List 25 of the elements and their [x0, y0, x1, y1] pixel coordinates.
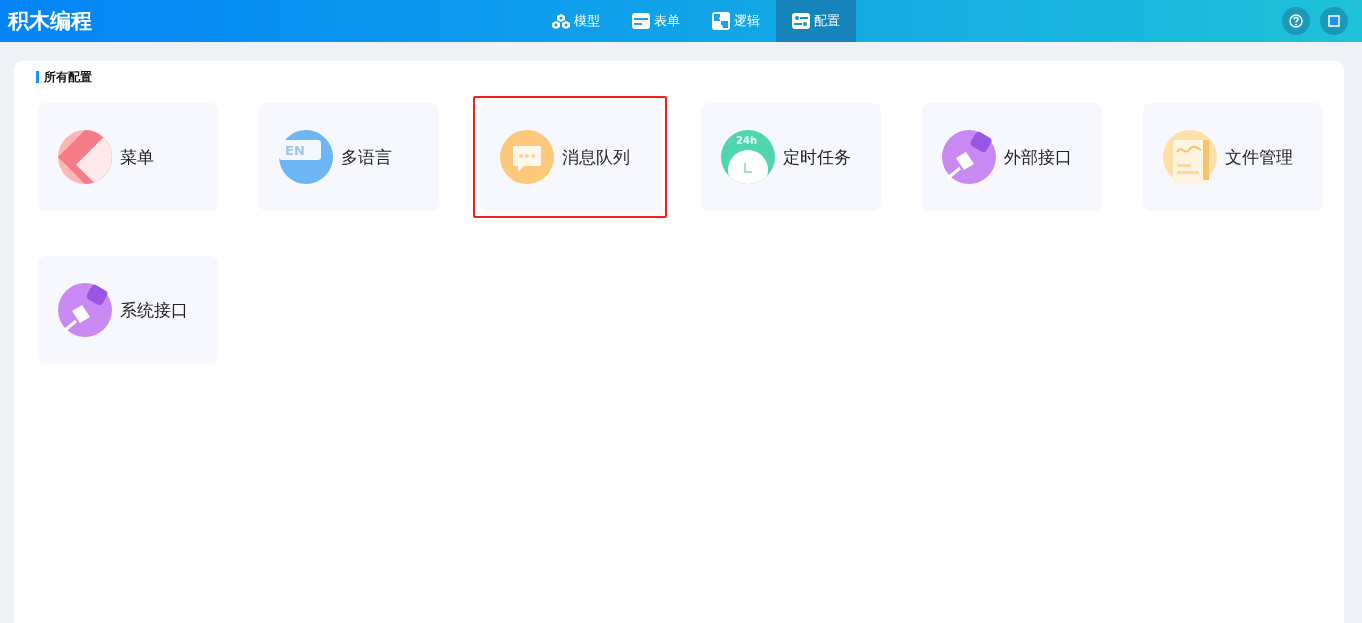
window-button[interactable] — [1320, 7, 1348, 35]
config-card[interactable]: 消息队列 — [480, 103, 660, 211]
config-card[interactable]: 外部接口 — [922, 103, 1102, 211]
settings-icon — [792, 13, 810, 29]
clock-icon: 24h — [721, 130, 775, 184]
config-card[interactable]: 24h 定时任务 — [701, 103, 881, 211]
app-title: 积木编程 — [8, 8, 92, 35]
puzzle-icon — [712, 12, 730, 30]
config-card[interactable]: 文件管理 — [1143, 103, 1323, 211]
language-icon: EN — [279, 130, 333, 184]
cubes-icon — [552, 12, 570, 30]
grid-icon — [58, 130, 112, 184]
config-card[interactable]: 系统接口 — [38, 256, 218, 364]
section-title: 所有配置 — [36, 71, 1320, 83]
plug-icon — [58, 283, 112, 337]
help-button[interactable] — [1282, 7, 1310, 35]
help-icon — [1289, 14, 1303, 28]
document-icon — [1163, 130, 1217, 184]
config-card[interactable]: EN 多语言 — [259, 103, 439, 211]
chat-icon — [500, 130, 554, 184]
card-icon — [632, 13, 650, 29]
plug-icon — [942, 130, 996, 184]
square-icon — [1328, 15, 1340, 27]
nav-tab[interactable]: 配置 — [776, 0, 856, 42]
config-card[interactable]: 菜单 — [38, 103, 218, 211]
